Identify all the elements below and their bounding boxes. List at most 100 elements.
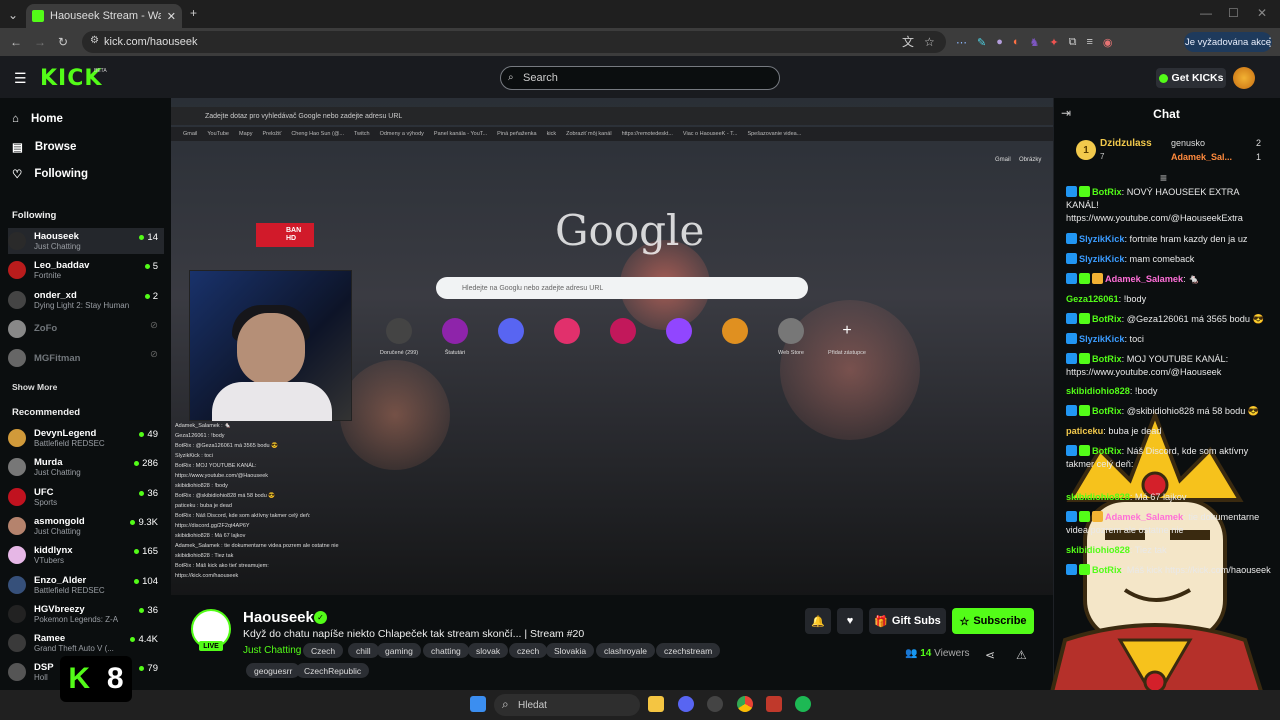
taskbar-search[interactable]: Hledat <box>494 694 640 716</box>
leaderboard-second-name[interactable]: genusko <box>1171 138 1205 148</box>
channel-name[interactable]: Haouseek <box>243 609 314 626</box>
tab-close-icon[interactable]: ✕ <box>167 10 176 23</box>
chat-username[interactable]: BotRix <box>1092 354 1122 364</box>
windows-start-icon[interactable] <box>470 696 486 712</box>
maximize-icon[interactable]: ☐ <box>1228 7 1239 19</box>
chat-username[interactable]: skibidiohio828 <box>1066 386 1130 396</box>
stream-tag[interactable]: slovak <box>468 643 509 658</box>
sidebar-channel[interactable]: Haouseek Just Chatting 14 <box>8 228 164 254</box>
chat-username[interactable]: Adamek_Salamek <box>1105 512 1183 522</box>
share-icon[interactable]: ⋖ <box>985 649 995 661</box>
sidebar-channel[interactable]: onder_xd Dying Light 2: Stay Human 2 <box>8 287 164 313</box>
app-icon[interactable] <box>707 696 723 712</box>
tab-search-icon[interactable]: ⌄ <box>8 9 18 21</box>
chat-username[interactable]: Geza126061 <box>1066 294 1119 304</box>
sidebar-channel[interactable]: DevynLegend Battlefield REDSEC 49 <box>8 425 164 451</box>
translate-icon[interactable]: 文 <box>902 36 914 48</box>
chat-username[interactable]: paticeku <box>1066 426 1103 436</box>
notification-bell-button[interactable]: 🔔 <box>805 608 831 634</box>
extension-6-icon[interactable]: ✦ <box>1049 36 1058 49</box>
nav-home[interactable]: ⌂ Home <box>12 113 63 125</box>
stream-category-link[interactable]: Just Chatting <box>243 645 301 656</box>
sidebar-channel[interactable]: ZoFo ⊘ <box>8 316 164 342</box>
chat-username[interactable]: SlyzikKick <box>1079 254 1124 264</box>
stream-tag[interactable]: Czech <box>303 643 344 658</box>
stream-mini-chat: Adamek_Salamek : 🐁 Geza126061 : !body BotR… <box>171 421 411 595</box>
window-close-icon[interactable]: ✕ <box>1257 7 1267 19</box>
stream-tag[interactable]: geoguesrr <box>246 663 301 678</box>
chat-username[interactable]: skibidiohio828 <box>1066 492 1130 502</box>
search-input[interactable]: Search <box>500 66 780 90</box>
nav-browse[interactable]: ▤ Browse <box>12 140 76 154</box>
leaderboard-third-name[interactable]: Adamek_Sal... <box>1171 152 1232 162</box>
extensions-puzzle-icon[interactable]: ⧉ <box>1069 36 1077 49</box>
live-dot-icon <box>139 432 145 437</box>
sidebar-channel[interactable]: Leo_baddav Fortnite 5 <box>8 257 164 283</box>
stream-tag[interactable]: czechstream <box>656 643 721 658</box>
stream-tag[interactable]: clashroyale <box>596 643 655 658</box>
forward-icon[interactable]: → <box>34 36 46 48</box>
get-kicks-label: Get KICKs <box>1171 72 1224 84</box>
extension-1-icon[interactable]: ⋯ <box>956 36 967 49</box>
spotify-icon[interactable] <box>795 696 811 712</box>
sidebar-channel[interactable]: UFC Sports 36 <box>8 484 164 510</box>
stream-tag[interactable]: Slovakia <box>546 643 595 658</box>
subscribe-button[interactable]: ☆ Subscribe <box>952 608 1034 634</box>
stream-tag[interactable]: gaming <box>377 643 421 658</box>
channel-category: Fortnite <box>34 271 62 281</box>
chat-username[interactable]: BotRix <box>1092 187 1122 197</box>
hamburger-menu-icon[interactable]: ☰ <box>14 70 27 87</box>
stream-google-search: Hledejte na Googlu nebo zadejte adresu U… <box>436 277 808 299</box>
sidebar-channel[interactable]: HGVbreezy Pokemon Legends: Z-A 36 <box>8 601 164 627</box>
show-more-link[interactable]: Show More <box>12 382 57 392</box>
viewer-number: 14 <box>920 648 932 659</box>
user-avatar[interactable] <box>1233 67 1255 89</box>
follow-heart-button[interactable]: ♥ <box>837 608 863 634</box>
chat-username[interactable]: SlyzikKick <box>1079 334 1124 344</box>
reading-list-icon[interactable]: ≡ <box>1086 36 1092 49</box>
extension-2-icon[interactable]: ✎ <box>977 36 986 49</box>
report-icon[interactable]: ⚠ <box>1016 649 1027 661</box>
chat-username[interactable]: BotRix <box>1092 446 1122 456</box>
file-explorer-icon[interactable] <box>648 696 664 712</box>
minimize-icon[interactable]: — <box>1200 7 1212 19</box>
sidebar-channel[interactable]: asmongold Just Chatting 9.3K <box>8 513 164 539</box>
bookmark-star-icon[interactable]: ☆ <box>924 36 935 48</box>
back-icon[interactable]: ← <box>10 36 22 48</box>
chat-username[interactable]: SlyzikKick <box>1079 234 1124 244</box>
sidebar-channel[interactable]: MGFitman ⊘ <box>8 345 164 371</box>
browser-menu-icon[interactable]: ⋮ <box>1264 36 1276 48</box>
action-required-button[interactable]: Je vyžadována akce <box>1184 32 1272 52</box>
extension-4-icon[interactable]: ◐ <box>1013 36 1020 49</box>
chat-username[interactable]: Adamek_Salamek <box>1105 274 1183 284</box>
chat-username[interactable]: BotRix <box>1092 565 1122 575</box>
reload-icon[interactable]: ↻ <box>58 36 68 48</box>
leaderboard-top-name[interactable]: Dzidzulass <box>1100 138 1152 149</box>
sidebar-channel[interactable]: Ramee Grand Theft Auto V (... 4.4K <box>8 630 164 656</box>
nav-following[interactable]: ♡ Following <box>12 167 88 181</box>
discord-icon[interactable] <box>678 696 694 712</box>
extension-5-icon[interactable]: ♞ <box>1030 36 1040 49</box>
gift-subs-button[interactable]: 🎁 Gift Subs <box>869 608 946 634</box>
sidebar-channel[interactable]: Murda Just Chatting 286 <box>8 454 164 480</box>
sidebar-channel[interactable]: kiddlynx VTubers 165 <box>8 542 164 568</box>
profile-icon[interactable]: ◉ <box>1103 36 1113 49</box>
browser-tab[interactable]: Haouseek Stream - Watch Live ✕ <box>26 4 182 28</box>
chat-username[interactable]: BotRix <box>1092 406 1122 416</box>
chat-username[interactable]: BotRix <box>1092 314 1122 324</box>
site-info-icon[interactable]: ⚙ <box>90 36 99 46</box>
url-field[interactable]: kick.com/haouseek <box>82 31 946 53</box>
extension-3-icon[interactable]: ● <box>996 36 1003 49</box>
stream-tag[interactable]: chatting <box>423 643 469 658</box>
stream-overlay-badge: BAN HD <box>256 223 314 247</box>
stream-tag[interactable]: CzechRepublic <box>296 663 370 678</box>
expand-leaderboard-icon[interactable]: ≡ <box>1160 172 1167 184</box>
chat-username[interactable]: skibidiohio828 <box>1066 545 1130 555</box>
get-kicks-button[interactable]: Get KICKs <box>1156 68 1226 88</box>
valorant-icon[interactable] <box>766 696 782 712</box>
stream-tag[interactable]: chill <box>348 643 379 658</box>
new-tab-icon[interactable]: + <box>190 7 197 19</box>
chrome-icon[interactable] <box>737 696 753 712</box>
stream-tag[interactable]: czech <box>509 643 548 658</box>
sidebar-channel[interactable]: Enzo_Alder Battlefield REDSEC 104 <box>8 572 164 598</box>
